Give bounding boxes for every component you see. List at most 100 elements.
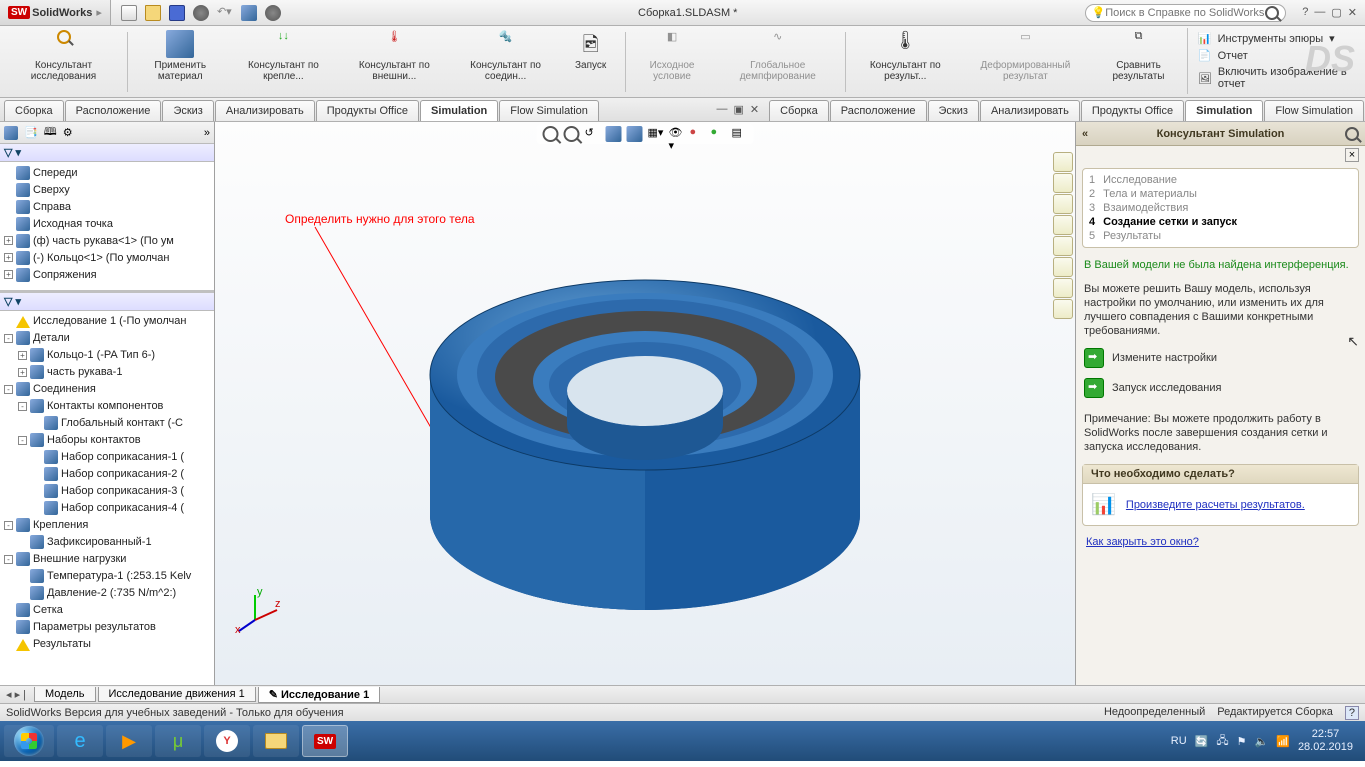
panel-close-icon[interactable]: × [1345, 148, 1359, 162]
help-search[interactable]: 💡 [1085, 4, 1287, 22]
tree-item[interactable]: +(ф) часть рукава<1> (По ум [0, 232, 214, 249]
tab-сборка[interactable]: Сборка [769, 100, 829, 121]
print-icon[interactable] [193, 5, 209, 21]
consultant-steps[interactable]: 1Исследование2Тела и материалы3Взаимодей… [1082, 168, 1359, 248]
panel-tab-icons[interactable]: 📑🕮⚙» [0, 122, 214, 144]
fixtures-advisor-button[interactable]: ↓↓Консультант по крепле... [229, 28, 339, 84]
consultant-step[interactable]: 1Исследование [1089, 173, 1352, 187]
zoom-fit-icon[interactable] [543, 126, 559, 142]
tree-item[interactable]: -Соединения [0, 381, 214, 398]
compare-results-button[interactable]: ⧉Сравнить результаты [1090, 28, 1187, 84]
tree-item[interactable]: Набор соприкасания-2 ( [0, 466, 214, 483]
yandex-button[interactable]: Y [204, 725, 250, 757]
tab-продукты office[interactable]: Продукты Office [1081, 100, 1184, 121]
search-input[interactable] [1105, 7, 1265, 19]
status-help-icon[interactable]: ? [1345, 706, 1359, 720]
external-loads-advisor-button[interactable]: 🌡Консультант по внешни... [338, 28, 450, 84]
tree-item[interactable]: +часть рукава-1 [0, 364, 214, 381]
wmp-button[interactable]: ▶ [106, 725, 152, 757]
resources-tab-icon[interactable] [1053, 173, 1073, 193]
tree-item[interactable]: -Наборы контактов [0, 432, 214, 449]
change-settings-action[interactable]: Измените настройки [1084, 348, 1357, 368]
system-tray[interactable]: RU 🔄 🖧 ⚑ 🔈 📶 22:5728.02.2019 [1171, 728, 1361, 754]
command-tab[interactable]: Simulation [420, 100, 498, 121]
command-tab[interactable]: Эскиз [162, 100, 213, 121]
tree-item[interactable]: Параметры результатов [0, 619, 214, 636]
include-image-button[interactable]: 🖼Включить изображение в отчет [1198, 66, 1351, 90]
search-icon[interactable] [1345, 127, 1359, 141]
apply-material-button[interactable]: Применить материал [132, 28, 229, 84]
zoom-area-icon[interactable] [564, 126, 580, 142]
tree-item[interactable]: Зафиксированный-1 [0, 534, 214, 551]
how-to-close-link[interactable]: Как закрыть это окно? [1086, 536, 1199, 548]
tree-item[interactable]: Сетка [0, 602, 214, 619]
tree-item[interactable]: -Детали [0, 330, 214, 347]
tree-item[interactable]: -Внешние нагрузки [0, 551, 214, 568]
view-palette-tab-icon[interactable] [1053, 236, 1073, 256]
command-tab[interactable]: Анализировать [215, 100, 315, 121]
tree-item[interactable]: +Сопряжения [0, 266, 214, 283]
appearances-tab-icon[interactable] [1053, 257, 1073, 277]
tree-item[interactable]: +(-) Кольцо<1> (По умолчан [0, 249, 214, 266]
tree-item[interactable]: -Крепления [0, 517, 214, 534]
search-icon[interactable] [1265, 6, 1279, 20]
tree-item[interactable]: -Контакты компонентов [0, 398, 214, 415]
tab-flow simulation[interactable]: Flow Simulation [1264, 100, 1364, 121]
graphics-viewport[interactable]: ↺ ▦▾ 👁▾ ● ● ▤ Определить нужно для этого… [215, 122, 1075, 685]
view-orientation-icon[interactable] [627, 126, 643, 142]
study-tab[interactable]: Модель [34, 687, 95, 702]
home-tab-icon[interactable] [1053, 152, 1073, 172]
open-icon[interactable] [145, 5, 161, 21]
collapse-icon[interactable]: « [1082, 128, 1088, 140]
simulation-tree[interactable]: Исследование 1 (-По умолчан-Детали+Кольц… [0, 311, 214, 686]
study-tab[interactable]: ✎ Исследование 1 [258, 687, 381, 703]
appearance-icon[interactable]: ● [690, 126, 706, 142]
tree-item[interactable]: Глобальный контакт (-С [0, 415, 214, 432]
tray-network-icon[interactable]: 🖧 [1216, 732, 1228, 751]
minimize-icon[interactable]: — [1314, 6, 1325, 19]
library-tab-icon[interactable] [1053, 194, 1073, 214]
tree-item[interactable]: Исходная точка [0, 215, 214, 232]
tray-flag-icon[interactable]: ⚑ [1237, 735, 1247, 748]
previous-view-icon[interactable]: ↺ [585, 126, 601, 142]
tree-item[interactable]: Сверху [0, 181, 214, 198]
tab-эскиз[interactable]: Эскиз [928, 100, 979, 121]
utorrent-button[interactable]: μ [155, 725, 201, 757]
command-tab[interactable]: Сборка [4, 100, 64, 121]
help-icon[interactable]: ? [1302, 6, 1308, 19]
calculate-results-link[interactable]: Произведите расчеты результатов. [1126, 499, 1305, 511]
tree-item[interactable]: Справа [0, 198, 214, 215]
filter-bar-2[interactable]: ▽ ▾ [0, 293, 214, 311]
tree-item[interactable]: +Кольцо-1 (-PA Тип 6-) [0, 347, 214, 364]
command-tab[interactable]: Flow Simulation [499, 100, 599, 121]
display-style-icon[interactable]: ▦▾ [648, 126, 664, 142]
close-icon[interactable]: ✕ [1348, 6, 1357, 19]
run-button[interactable]: 🖻Запуск [561, 28, 621, 73]
scene-icon[interactable]: ● [711, 126, 727, 142]
tree-item[interactable]: Набор соприкасания-1 ( [0, 449, 214, 466]
heads-up-toolbar[interactable]: ↺ ▦▾ 👁▾ ● ● ▤ [537, 124, 754, 144]
tree-item[interactable]: Давление-2 (:735 N/m^2:) [0, 585, 214, 602]
connections-advisor-button[interactable]: 🔩Консультант по соедин... [451, 28, 561, 84]
command-tab[interactable]: Продукты Office [316, 100, 419, 121]
tree-item[interactable]: Исследование 1 (-По умолчан [0, 313, 214, 330]
tray-sync-icon[interactable]: 🔄 [1195, 735, 1209, 748]
plot-tools-button[interactable]: 📊Инструменты эпюры▾ [1198, 32, 1351, 45]
task-pane-tabs[interactable] [1053, 152, 1073, 319]
consultant-step[interactable]: 2Тела и материалы [1089, 187, 1352, 201]
options-icon[interactable] [265, 5, 281, 21]
clock[interactable]: 22:5728.02.2019 [1298, 728, 1353, 754]
tab-simulation[interactable]: Simulation [1185, 100, 1263, 121]
mdi-close-icon[interactable]: ✕ [750, 103, 759, 116]
results-advisor-button[interactable]: 🌡Консультант по результ... [850, 28, 961, 84]
explorer-button[interactable] [253, 725, 299, 757]
tree-item[interactable]: Температура-1 (:253.15 Kelv [0, 568, 214, 585]
consultant-step[interactable]: 4Создание сетки и запуск [1089, 215, 1352, 229]
new-icon[interactable] [121, 5, 137, 21]
rebuild-icon[interactable] [241, 5, 257, 21]
filter-bar[interactable]: ▽ ▾ [0, 144, 214, 162]
hide-show-icon[interactable]: 👁▾ [669, 126, 685, 142]
consultant-step[interactable]: 3Взаимодействия [1089, 201, 1352, 215]
tab-анализировать[interactable]: Анализировать [980, 100, 1080, 121]
solidworks-task-button[interactable]: SW [302, 725, 348, 757]
